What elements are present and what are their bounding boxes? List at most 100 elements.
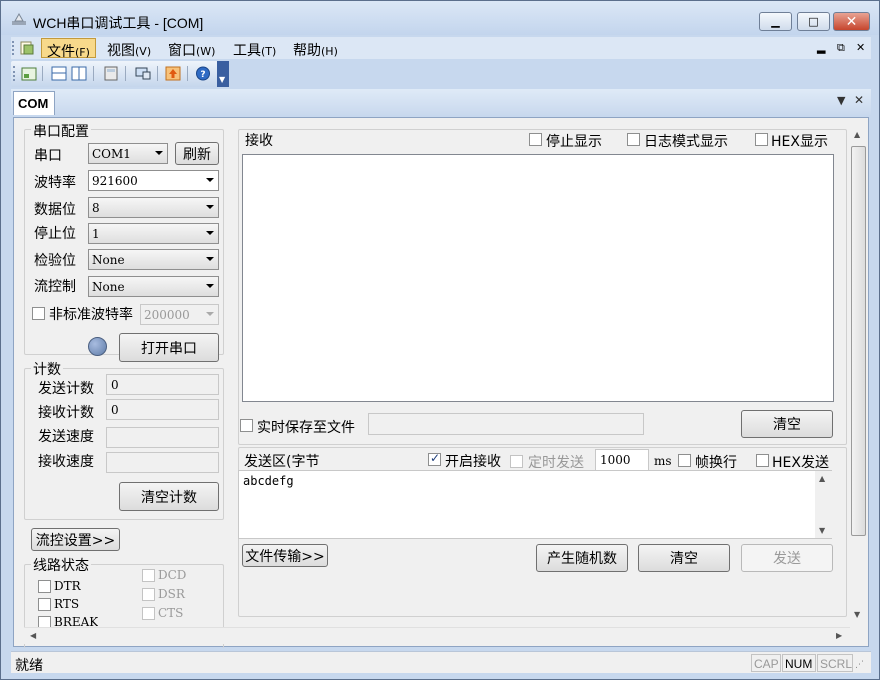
toolbar-separator — [42, 66, 43, 81]
scroll-up-icon[interactable]: ▲ — [819, 474, 825, 483]
flow-control-select[interactable]: None — [88, 276, 219, 297]
minimize-button[interactable]: ▁ — [759, 12, 792, 31]
timed-send-checkbox[interactable] — [510, 455, 523, 468]
interval-unit: ms — [654, 454, 672, 468]
refresh-button[interactable]: 刷新 — [175, 142, 219, 165]
nonstd-baud-label: 非标准波特率 — [49, 307, 133, 323]
nonstd-baud-select[interactable]: 200000 — [140, 304, 219, 325]
enable-receive-checkbox[interactable] — [428, 451, 441, 466]
menubar-grip[interactable] — [12, 41, 14, 55]
calculator-icon[interactable] — [103, 66, 119, 81]
title-bar[interactable]: WCH串口调试工具 - [COM] ▁ □ ✕ — [1, 1, 879, 35]
scroll-left-icon[interactable]: ◀ — [30, 631, 36, 640]
stopbits-select[interactable]: 1 — [88, 223, 219, 244]
dtr-checkbox[interactable] — [38, 580, 51, 593]
stop-display-checkbox[interactable] — [529, 133, 542, 146]
frame-newline-checkbox[interactable] — [678, 454, 691, 467]
menu-file[interactable]: 文件(F) — [41, 38, 96, 60]
send-speed-field — [106, 427, 219, 448]
toolbar-separator — [125, 66, 126, 81]
save-path-field[interactable] — [368, 413, 644, 435]
document-icon — [20, 41, 34, 55]
databits-select[interactable]: 8 — [88, 197, 219, 218]
main-panel: 串口配置 串口 COM1 刷新 波特率 921600 数据位 8 停止位 1 检… — [13, 117, 869, 648]
port-label: 串口 — [34, 148, 62, 164]
horizontal-scrollbar[interactable]: ◀ ▶ — [24, 627, 850, 644]
enable-receive-label: 开启接收 — [445, 454, 501, 470]
dropdown-arrow-icon — [206, 312, 214, 316]
toolbar-grip[interactable] — [13, 66, 15, 81]
mdi-close-icon[interactable]: ✕ — [856, 41, 865, 54]
dsr-label: DSR — [158, 587, 185, 601]
port-select[interactable]: COM1 — [88, 143, 168, 164]
toolbar-overflow-button[interactable]: ▼ — [217, 61, 229, 87]
save-to-file-label: 实时保存至文件 — [257, 420, 355, 436]
frame-newline-label: 帧换行 — [695, 455, 737, 471]
random-data-button[interactable]: 产生随机数 — [536, 544, 628, 572]
nonstd-baud-checkbox[interactable] — [32, 307, 45, 320]
log-mode-checkbox[interactable] — [627, 133, 640, 146]
close-button[interactable]: ✕ — [833, 12, 870, 31]
menu-bar: 文件(F) 视图(V) 窗口(W) 工具(T) 帮助(H) ▂ ⧉ ✕ — [11, 37, 871, 60]
rts-checkbox[interactable] — [38, 598, 51, 611]
databits-label: 数据位 — [34, 202, 76, 218]
help-icon[interactable]: ? — [195, 66, 211, 81]
caps-lock-indicator: CAP — [751, 654, 781, 672]
break-label: BREAK — [54, 615, 99, 627]
scroll-down-icon[interactable]: ▼ — [819, 526, 825, 535]
file-transfer-button[interactable]: 文件传输>> — [242, 544, 328, 567]
send-scrollbar[interactable]: ▲ ▼ — [815, 471, 832, 538]
scroll-down-icon[interactable]: ▼ — [854, 610, 860, 619]
tab-list-icon[interactable]: ▼ — [837, 94, 845, 107]
split-vertical-icon[interactable] — [71, 66, 87, 81]
tab-close-icon[interactable]: ✕ — [854, 93, 864, 107]
monitor-icon[interactable] — [135, 66, 151, 81]
main-vertical-scrollbar[interactable]: ▲ ▼ — [850, 126, 867, 626]
tab-com[interactable]: COM — [13, 91, 55, 115]
flow-settings-button[interactable]: 流控设置>> — [31, 528, 120, 551]
split-horizontal-icon[interactable] — [51, 66, 67, 81]
parity-select[interactable]: None — [88, 249, 219, 270]
menu-window[interactable]: 窗口(W) — [163, 38, 220, 59]
clear-send-button[interactable]: 清空 — [638, 544, 730, 572]
log-mode-label: 日志模式显示 — [644, 134, 728, 150]
toolbar-separator — [187, 66, 188, 81]
mdi-minimize-icon[interactable]: ▂ — [817, 41, 825, 54]
save-to-file-checkbox[interactable] — [240, 419, 253, 432]
document-tab-bar: COM ▼ ✕ — [11, 89, 871, 115]
menu-help[interactable]: 帮助(H) — [288, 38, 343, 59]
dtr-label: DTR — [54, 579, 81, 593]
cts-checkbox — [142, 607, 155, 620]
chevron-down-icon: ▼ — [219, 75, 226, 84]
app-icon — [12, 12, 26, 25]
scroll-right-icon[interactable]: ▶ — [836, 631, 842, 640]
maximize-button[interactable]: □ — [797, 12, 830, 31]
interval-input[interactable]: 1000 — [595, 449, 649, 471]
baud-select[interactable]: 921600 — [88, 170, 219, 191]
mdi-restore-icon[interactable]: ⧉ — [837, 41, 845, 55]
receive-textarea[interactable] — [242, 154, 834, 402]
hex-display-checkbox[interactable] — [755, 133, 768, 146]
scroll-up-icon[interactable]: ▲ — [854, 130, 860, 139]
hex-send-checkbox[interactable] — [756, 454, 769, 467]
receive-title: 接收 — [245, 133, 273, 149]
clear-counters-button[interactable]: 清空计数 — [119, 482, 219, 511]
stopbits-label: 停止位 — [34, 226, 76, 242]
clear-receive-button[interactable]: 清空 — [741, 410, 833, 438]
recv-speed-field — [106, 452, 219, 473]
open-port-button[interactable]: 打开串口 — [119, 333, 219, 362]
send-textarea[interactable]: abcdefg — [238, 470, 832, 539]
send-button[interactable]: 发送 — [741, 544, 833, 572]
menu-view[interactable]: 视图(V) — [102, 38, 156, 59]
hex-display-label: HEX显示 — [771, 134, 828, 150]
menu-tools[interactable]: 工具(T) — [228, 38, 281, 59]
scrollbar-thumb[interactable] — [851, 146, 866, 536]
line-status-title: 线路状态 — [31, 555, 91, 575]
new-icon[interactable] — [21, 66, 37, 81]
status-text: 就绪 — [15, 658, 43, 674]
upload-icon[interactable] — [165, 66, 181, 81]
flow-control-label: 流控制 — [34, 279, 76, 295]
svg-text:?: ? — [200, 70, 205, 80]
resize-grip-icon[interactable]: ⋰ — [855, 660, 864, 670]
dropdown-arrow-icon — [206, 257, 214, 261]
